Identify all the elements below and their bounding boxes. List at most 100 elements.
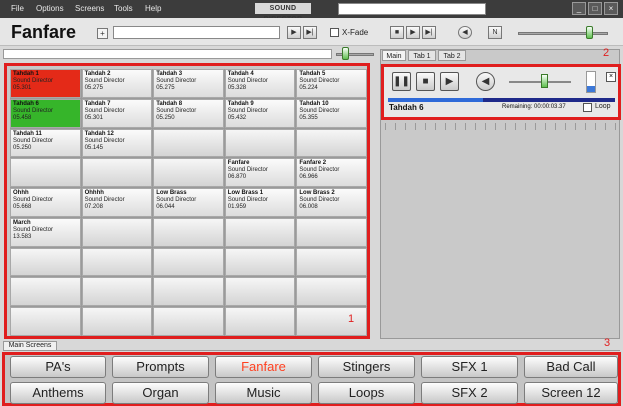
- menu-file[interactable]: File: [11, 4, 24, 13]
- sound-cell[interactable]: [153, 307, 224, 336]
- screen-button-sfx-2[interactable]: SFX 2: [421, 382, 518, 404]
- sound-cell[interactable]: [296, 277, 367, 307]
- sound-cell[interactable]: [296, 217, 367, 247]
- sound-cell[interactable]: Tahdah 6 Sound Director 05.458: [10, 98, 81, 128]
- sound-cell[interactable]: [224, 307, 296, 336]
- sound-cell[interactable]: [153, 158, 224, 188]
- tab-main[interactable]: Main: [382, 50, 406, 61]
- play-next-button[interactable]: ▶: [287, 26, 301, 39]
- screen-button-organ[interactable]: Organ: [112, 382, 209, 404]
- screen-button-loops[interactable]: Loops: [318, 382, 415, 404]
- pause-toggle-icon[interactable]: N: [488, 26, 502, 39]
- sound-cell[interactable]: Tahdah 11 Sound Director 05.250: [10, 128, 81, 158]
- screen-button-music[interactable]: Music: [215, 382, 312, 404]
- sound-cell[interactable]: [153, 247, 224, 277]
- sound-cell[interactable]: Tahdah 8 Sound Director 05.250: [153, 98, 224, 128]
- sound-cell[interactable]: [81, 217, 153, 247]
- screen-button-anthems[interactable]: Anthems: [10, 382, 106, 404]
- sound-grid: Tahdah 1 Sound Director 05.301 Tahdah 2 Soun…: [10, 69, 367, 336]
- sound-cell[interactable]: Tahdah 2 Sound Director 05.275: [81, 69, 153, 98]
- sound-cell[interactable]: [10, 158, 81, 188]
- sound-cell[interactable]: March Sound Director 13.583: [10, 217, 81, 247]
- cell-duration: 05.328: [227, 85, 247, 91]
- cell-title: Fanfare: [227, 160, 250, 167]
- speaker-icon[interactable]: ◀: [476, 72, 495, 91]
- sound-cell[interactable]: [296, 307, 367, 336]
- sound-cell[interactable]: [153, 217, 224, 247]
- sound-cell[interactable]: [296, 128, 367, 158]
- screen-button-pa-s[interactable]: PA's: [10, 356, 106, 378]
- player-volume-thumb[interactable]: [541, 74, 548, 88]
- sound-cell[interactable]: [224, 277, 296, 307]
- sound-cell[interactable]: Tahdah 1 Sound Director 05.301: [10, 69, 81, 98]
- sound-cell[interactable]: Tahdah 7 Sound Director 05.301: [81, 98, 153, 128]
- sound-cell[interactable]: Tahdah 12 Sound Director 05.145: [81, 128, 153, 158]
- close-window-button[interactable]: ×: [604, 2, 618, 15]
- cell-title: Tahdah 10: [299, 100, 329, 107]
- sound-cell[interactable]: [10, 307, 81, 336]
- skip-button[interactable]: ▶|: [303, 26, 317, 39]
- play-button[interactable]: ▶: [440, 72, 459, 91]
- player-volume-track[interactable]: [509, 81, 571, 83]
- master-volume-track[interactable]: [518, 32, 608, 35]
- master-volume-thumb[interactable]: [586, 26, 593, 39]
- add-button[interactable]: +: [97, 28, 108, 39]
- volume-icon[interactable]: ◀: [458, 26, 472, 39]
- stop-all-button[interactable]: ■: [390, 26, 404, 39]
- tab-1[interactable]: Tab 1: [408, 50, 436, 61]
- xfade-checkbox[interactable]: [330, 28, 339, 37]
- menu-tools[interactable]: Tools: [114, 4, 133, 13]
- sound-cell[interactable]: [81, 158, 153, 188]
- sound-cell[interactable]: Tahdah 5 Sound Director 05.224: [296, 69, 367, 98]
- menu-screens[interactable]: Screens: [75, 4, 104, 13]
- maximize-button[interactable]: □: [588, 2, 602, 15]
- sound-cell[interactable]: Low Brass 2 Sound Director 06.008: [296, 188, 367, 217]
- sound-cell[interactable]: [296, 247, 367, 277]
- menu-help[interactable]: Help: [145, 4, 161, 13]
- tab-main-screens[interactable]: Main Screens: [3, 341, 57, 351]
- sound-cell[interactable]: Fanfare Sound Director 06.870: [224, 158, 296, 188]
- pause-button[interactable]: ❚❚: [392, 72, 411, 91]
- minimize-button[interactable]: _: [572, 2, 586, 15]
- sound-cell[interactable]: [81, 307, 153, 336]
- sound-cell[interactable]: [153, 128, 224, 158]
- sound-cell[interactable]: [81, 247, 153, 277]
- loop-checkbox[interactable]: [583, 103, 592, 112]
- menu-options[interactable]: Options: [36, 4, 64, 13]
- search-input[interactable]: [113, 26, 280, 39]
- screen-button-stingers[interactable]: Stingers: [318, 356, 415, 378]
- player-panel: ❚❚ ■ ▶ ◀ × Tahdah 6 Remaining: 00:00:03.…: [381, 64, 621, 120]
- right-panel: Main Tab 1 Tab 2 ❚❚ ■ ▶ ◀ × Tahdah 6 Rem…: [380, 49, 621, 339]
- sound-cell[interactable]: Fanfare 2 Sound Director 06.966: [296, 158, 367, 188]
- play-all-button[interactable]: ▶: [406, 26, 420, 39]
- screen-button-bad-call[interactable]: Bad Call: [524, 356, 618, 378]
- sound-cell[interactable]: Tahdah 10 Sound Director 05.355: [296, 98, 367, 128]
- sound-cell[interactable]: [10, 247, 81, 277]
- screen-button-screen-12[interactable]: Screen 12: [524, 382, 618, 404]
- sound-cell[interactable]: [81, 277, 153, 307]
- cell-subtitle: Sound Director: [299, 167, 340, 174]
- sound-cell[interactable]: [153, 277, 224, 307]
- sound-cell[interactable]: Tahdah 9 Sound Director 05.432: [224, 98, 296, 128]
- cell-subtitle: Sound Director: [13, 107, 54, 114]
- sound-cell[interactable]: Tahdah 4 Sound Director 05.328: [224, 69, 296, 98]
- stop-button[interactable]: ■: [416, 72, 435, 91]
- screen-button-sfx-1[interactable]: SFX 1: [421, 356, 518, 378]
- close-player-button[interactable]: ×: [606, 72, 616, 82]
- sound-cell[interactable]: [224, 247, 296, 277]
- tab-2[interactable]: Tab 2: [438, 50, 466, 61]
- sound-cell[interactable]: Ohhhh Sound Director 07.208: [81, 188, 153, 217]
- sound-cell[interactable]: [224, 217, 296, 247]
- grid-volume-thumb[interactable]: [342, 47, 349, 60]
- cell-title: Tahdah 1: [13, 71, 39, 77]
- sound-cell[interactable]: Low Brass 1 Sound Director 01.959: [224, 188, 296, 217]
- sound-cell[interactable]: [224, 128, 296, 158]
- sound-cell[interactable]: Tahdah 3 Sound Director 05.275: [153, 69, 224, 98]
- progress-bar[interactable]: [388, 98, 615, 102]
- screen-button-prompts[interactable]: Prompts: [112, 356, 209, 378]
- sound-cell[interactable]: Ohhh Sound Director 05.668: [10, 188, 81, 217]
- sound-cell[interactable]: Low Brass Sound Director 06.044: [153, 188, 224, 217]
- screen-button-fanfare[interactable]: Fanfare: [215, 356, 312, 378]
- sound-cell[interactable]: [10, 277, 81, 307]
- next-all-button[interactable]: ▶|: [422, 26, 436, 39]
